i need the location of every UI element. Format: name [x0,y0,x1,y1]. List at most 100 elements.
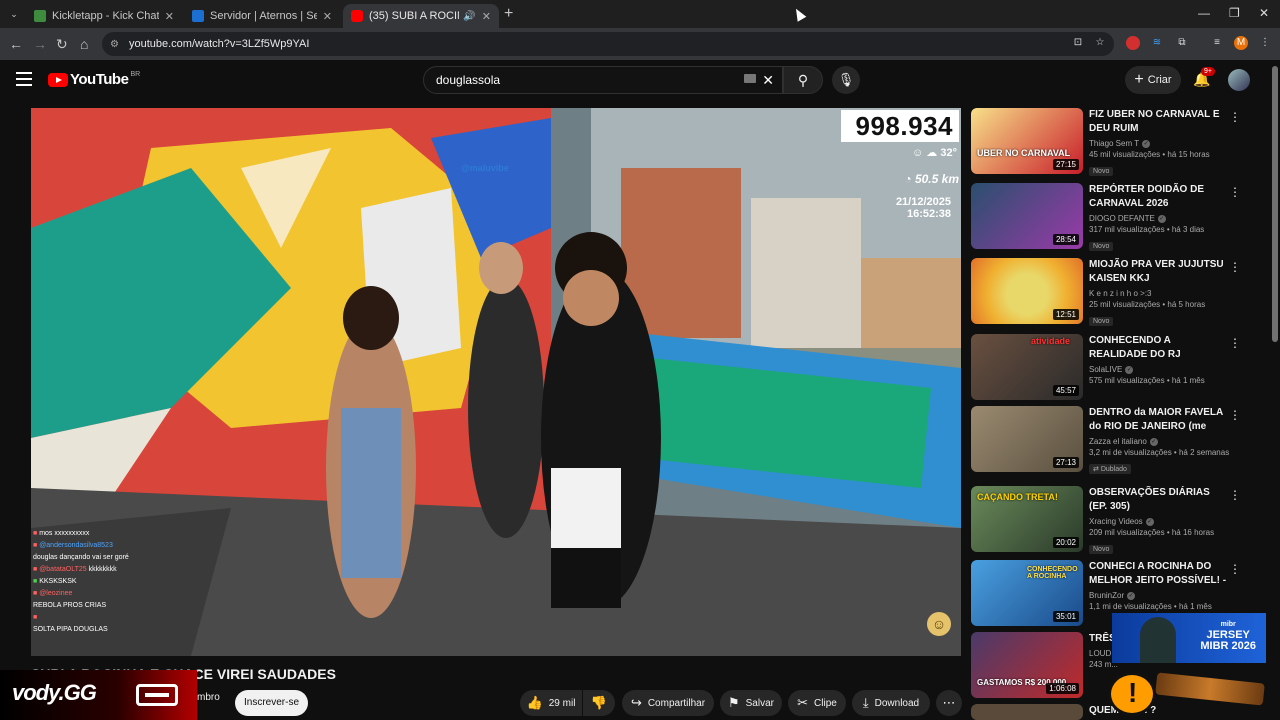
more-options-icon[interactable]: ⋮ [1229,111,1241,123]
video-thumbnail[interactable]: GASTAMOS R$ 200.000 1:06:08 [971,632,1083,698]
notifications-bell-icon[interactable]: 🔔 9+ [1193,67,1215,88]
browser-tab-aternos[interactable]: Servidor | Aternos | Servidor de ✕ [184,4,340,28]
thumbs-up-icon: 👍 [526,695,543,710]
more-options-icon[interactable]: ⋮ [1229,261,1241,273]
extensions-puzzle-icon[interactable]: ⧉ [1175,36,1189,50]
video-stats: 1,1 mi de visualizações • há 1 mês [1089,602,1212,611]
time-text: 16:52:38 [906,208,951,220]
search-input[interactable]: douglassola ✕ [423,66,783,94]
minimize-icon[interactable]: — [1198,6,1210,20]
reload-icon[interactable]: ↻ [56,36,68,52]
channel-name[interactable]: Thiago Sem T [1089,139,1139,148]
close-tab-icon[interactable]: ✕ [165,10,174,23]
speed-value: 50.5 km [914,172,959,186]
related-video-item[interactable]: 28:54 REPÓRTER DOIDÃO DE CARNAVAL 2026 D… [971,183,1241,251]
extension-audio-icon[interactable]: ≋ [1150,36,1164,50]
video-title[interactable]: CONHECI A ROCINHA DO MELHOR JEITO POSSÍV… [1089,560,1229,588]
download-button[interactable]: ⤓ Download [852,690,930,716]
channel-name[interactable]: K e n z i n h o >:3 [1089,289,1151,298]
dislike-button[interactable]: 👎 [583,690,615,716]
clip-button[interactable]: ✂ Clipe [788,690,846,716]
related-video-item[interactable]: 12:51 MIOJÃO PRA VER JUJUTSU KAISEN KKJ … [971,258,1241,326]
chat-message: ■ @andersondasilva8523 [33,542,113,549]
close-window-icon[interactable]: ✕ [1259,6,1269,20]
duration-badge: 28:54 [1052,234,1079,245]
more-options-icon[interactable]: ⋮ [1229,186,1241,198]
youtube-logo[interactable]: YouTube BR [48,71,140,88]
channel-name[interactable]: SolaLIVE [1089,365,1122,374]
video-thumbnail[interactable]: 27:13 [971,406,1083,472]
extension-record-icon[interactable] [1126,36,1140,50]
youtube-wordmark: YouTube [70,71,129,88]
verified-check-icon: ✓ [1127,591,1136,600]
video-thumbnail[interactable]: 28:54 [971,183,1083,249]
clear-search-icon[interactable]: ✕ [762,72,774,89]
video-title[interactable]: DENTRO da MAIOR FAVELA do RIO DE JANEIRO… [1089,406,1229,434]
channel-name[interactable]: BruninZor [1089,591,1124,600]
chat-message: ■ KKSKSKSK [33,578,77,585]
account-avatar[interactable] [1228,69,1250,91]
video-title[interactable]: MIOJÃO PRA VER JUJUTSU KAISEN KKJ [1089,258,1229,286]
home-icon[interactable]: ⌂ [80,36,88,52]
verified-check-icon: ✓ [1125,365,1134,374]
channel-name[interactable]: Zazza el italiano [1089,437,1147,446]
tab-search-icon[interactable]: ⌄ [6,6,22,22]
related-video-item[interactable]: CAÇANDO TRETA! 20:02 OBSERVAÇÕES DIÁRIAS… [971,486,1241,554]
voice-search-icon[interactable]: 🎙 [832,66,860,94]
more-actions-button[interactable]: ⋯ [936,690,962,716]
forward-icon[interactable]: → [33,36,47,52]
new-badge: Novo [1089,545,1114,554]
search-icon: ⚲ [797,72,809,88]
related-video-item[interactable]: atividade 45:57 CONHECENDO A REALIDADE D… [971,334,1241,400]
back-icon[interactable]: ← [9,36,23,52]
browser-tab-youtube[interactable]: (35) SUBI A ROCINHA E QU 🔊 ✕ [343,4,499,28]
share-button[interactable]: ↪ Compartilhar [622,690,714,716]
site-info-icon[interactable]: ⚙ [110,39,119,50]
video-title[interactable]: FIZ UBER NO CARNAVAL E DEU RUIM [1089,108,1229,136]
profile-avatar[interactable]: M [1234,36,1248,50]
audio-playing-icon[interactable]: 🔊 [463,11,475,22]
maximize-icon[interactable]: ❐ [1229,6,1240,20]
more-options-icon[interactable]: ⋮ [1229,563,1241,575]
video-player[interactable]: @maluvibe 998.934 ☺ ☁ 32° ◔ 50.5 km 21/1… [31,108,961,656]
channel-name[interactable]: Xracing Videos [1089,517,1143,526]
close-tab-icon[interactable]: ✕ [323,10,332,23]
address-bar[interactable]: ⚙ youtube.com/watch?v=3LZf5Wp9YAI [102,32,1114,56]
more-options-icon[interactable]: ⋮ [1229,409,1241,421]
video-thumbnail[interactable]: UBER NO CARNAVAL 27:15 [971,108,1083,174]
video-thumbnail[interactable]: 12:51 [971,258,1083,324]
save-button[interactable]: ⚑ Salvar [720,690,782,716]
media-control-icon[interactable]: ≡ [1210,36,1224,50]
create-button[interactable]: + Criar [1125,66,1181,94]
bookmark-star-icon[interactable]: ☆ [1093,36,1107,50]
channel-name[interactable]: DIOGO DEFANTE [1089,214,1155,223]
video-title[interactable]: REPÓRTER DOIDÃO DE CARNAVAL 2026 [1089,183,1229,211]
menu-icon[interactable] [16,72,32,86]
join-button[interactable]: mbro [197,692,220,703]
scissors-icon: ✂ [797,695,809,710]
keyboard-icon[interactable] [744,74,756,83]
video-title[interactable]: OBSERVAÇÕES DIÁRIAS (EP. 305) [1089,486,1229,514]
browser-tab-kicklet[interactable]: Kickletapp - Kick Chatbot and ✕ [26,4,182,28]
related-video-item[interactable]: 27:13 DENTRO da MAIOR FAVELA do RIO DE J… [971,406,1241,474]
more-options-icon[interactable]: ⋮ [1229,337,1241,349]
date-text: 21/12/2025 [895,196,951,208]
chat-message: ■ mos xxxxxxxxxx [33,530,90,537]
video-thumbnail[interactable] [971,704,1083,720]
video-thumbnail[interactable]: atividade 45:57 [971,334,1083,400]
new-tab-icon[interactable]: + [504,5,513,23]
like-button[interactable]: 👍 29 mil [520,690,582,716]
page-scrollbar[interactable] [1272,66,1278,342]
related-video-item[interactable]: UBER NO CARNAVAL 27:15 FIZ UBER NO CARNA… [971,108,1241,176]
more-options-icon[interactable]: ⋮ [1229,489,1241,501]
close-tab-icon[interactable]: ✕ [482,10,491,23]
dubbed-badge: ⇄ Dublado [1089,464,1131,474]
video-thumbnail[interactable]: CAÇANDO TRETA! 20:02 [971,486,1083,552]
video-thumbnail[interactable]: CONHECENDO A ROCINHA 35:01 [971,560,1083,626]
download-label: Download [874,697,920,709]
video-title[interactable]: CONHECENDO A REALIDADE DO RJ [1089,334,1229,362]
browser-menu-icon[interactable]: ⋮ [1258,36,1272,50]
search-button[interactable]: ⚲ [783,66,823,94]
install-app-icon[interactable]: ⊡ [1071,36,1085,50]
subscribe-button[interactable]: Inscrever-se [235,690,308,716]
